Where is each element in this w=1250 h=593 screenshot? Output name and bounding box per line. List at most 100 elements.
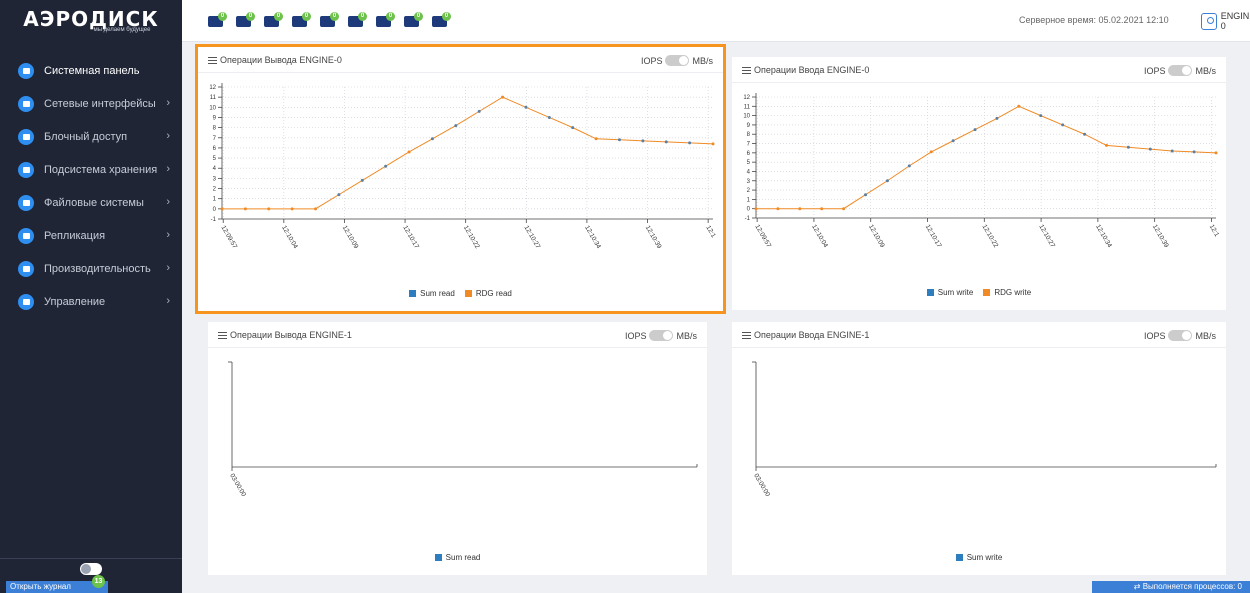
sidebar-item-5[interactable]: Репликация › [0,219,182,252]
unit-toggle[interactable]: IOPS MB/s [625,330,697,341]
network-status-icon[interactable]: 0 [264,12,286,28]
x-tick-label: 12:10:39 [1151,224,1170,250]
database-icon [18,161,34,178]
monitor-icon [18,62,34,79]
data-point [688,141,692,145]
sidebar-item-6[interactable]: Производительность › [0,252,182,285]
legend-item[interactable]: Sum write [926,288,974,297]
unit-switch[interactable] [1168,330,1193,341]
data-point [754,207,758,211]
data-point [1126,145,1130,149]
disk-status-icon[interactable]: 0 [432,12,454,28]
y-tick-label: 11 [210,95,217,101]
unit-switch[interactable] [649,330,674,341]
unit-toggle[interactable]: IOPS MB/s [1144,65,1216,76]
server-status-icon[interactable]: 0 [292,12,314,28]
data-point [1192,150,1196,154]
brand-logo[interactable]: АЭРОДИСК мы делаем будущее [0,0,182,42]
legend-item[interactable]: Sum write [955,553,1003,562]
legend-label: Sum write [966,553,1003,562]
legend-swatch [434,554,442,561]
enclosure-status-icon[interactable]: 0 [320,12,342,28]
data-point [220,207,224,211]
y-tick-label: 4 [747,169,751,175]
data-point [1214,151,1218,155]
topbar: 0 0 0 0 0 0 0 0 0 Серверное время: 05.02.2021 12… [182,0,1250,42]
chart-legend: Sum read [208,553,707,562]
legend-item[interactable]: Sum read [434,553,480,562]
legend-item[interactable]: RDG write [983,288,1031,297]
data-point [617,138,621,142]
sidebar-divider [0,558,182,559]
data-point [477,109,481,113]
x-tick-label: 03:00:00 [752,473,771,499]
data-point [664,140,668,144]
chart-panel-input-engine0[interactable]: Операции Ввода ENGINE-0 IOPS MB/s -1 0 1 2 3 4 5 6… [732,57,1226,310]
legend-swatch [926,289,934,296]
data-point [1148,147,1152,151]
x-tick-label: 12:10:04 [280,225,299,251]
x-tick-label: 12:09:57 [753,224,772,250]
server-time: Серверное время: 05.02.2021 12:10 [1019,15,1169,25]
legend-item[interactable]: RDG read [464,289,512,298]
sidebar-item-1[interactable]: Сетевые интерфейсы › [0,87,182,120]
legend-item[interactable]: Sum read [409,289,455,298]
unit-switch[interactable] [1168,65,1193,76]
y-tick-label: 2 [747,188,751,194]
legend-label: Sum write [937,288,974,297]
unit-toggle[interactable]: IOPS MB/s [641,55,713,66]
sidebar-item-7[interactable]: Управление › [0,285,182,318]
unit-switch[interactable] [665,55,690,66]
data-point [842,207,846,211]
panel-title-text: Операции Вывода ENGINE-0 [220,55,342,65]
chevron-right-icon: › [166,262,170,274]
data-point [337,193,341,197]
chevron-right-icon: › [166,130,170,142]
chart-panel-output-engine0[interactable]: Операции Вывода ENGINE-0 IOPS MB/s -1 0 1 2 3 4 5… [195,44,726,314]
hardware-status-bar: 0 0 0 0 0 0 0 0 0 [208,12,454,28]
chart-panel-output-engine1[interactable]: Операции Вывода ENGINE-1 IOPS MB/s 03:00:00… [208,322,707,575]
chevron-right-icon: › [166,196,170,208]
data-point [524,105,528,109]
x-tick-label: 12:10:39 [644,225,663,251]
unit-label-mbs: MB/s [692,55,713,66]
data-point [1039,114,1043,118]
storage-status-icon[interactable]: 0 [208,12,230,28]
chart-panel-input-engine1[interactable]: Операции Ввода ENGINE-1 IOPS MB/s 03:00:00 S… [732,322,1226,575]
unit-toggle[interactable]: IOPS MB/s [1144,330,1216,341]
data-point [501,95,505,99]
sidebar-item-4[interactable]: Файловые системы › [0,186,182,219]
signal-status-icon[interactable]: 0 [348,12,370,28]
status-count-badge: 0 [414,12,423,21]
sidebar-item-0[interactable]: Системная панель [0,54,182,87]
sidebar-item-3[interactable]: Подсистема хранения › [0,153,182,186]
data-point [776,207,780,211]
panel-title-text: Операции Вывода ENGINE-1 [230,330,352,340]
folders-icon [18,194,34,211]
legend-swatch [983,289,991,296]
sidebar-item-2[interactable]: Блочный доступ › [0,120,182,153]
sidebar-toggle[interactable] [80,563,102,575]
data-point [995,116,999,120]
cache-status-icon[interactable]: 0 [376,12,398,28]
x-tick-label: 12:10:27 [523,225,542,251]
data-point [243,207,247,211]
engine-selector[interactable]: ENGINE-0 ▼ [1201,11,1250,31]
data-point [454,124,458,128]
sidebar-item-label: Сетевые интерфейсы [44,97,156,110]
hamburger-icon [742,67,751,74]
y-tick-label: 9 [213,115,217,121]
processes-button[interactable]: ⇄ Выполняется процессов: 0 [1092,581,1250,593]
y-tick-label: 0 [747,207,751,213]
controller-status-icon[interactable]: 0 [236,12,258,28]
chart-legend: Sum write RDG write [732,288,1226,297]
chevron-right-icon: › [166,295,170,307]
data-point [360,178,364,182]
y-tick-label: 11 [744,104,751,110]
x-tick-label: 12:10:09 [341,225,360,251]
chart-plot: -1012345678910111212:09:57 12:10:04 12:10:… [743,93,1220,250]
journal-count-badge: 13 [92,575,105,588]
chevron-right-icon: › [166,97,170,109]
memory-status-icon[interactable]: 0 [404,12,426,28]
data-point [267,207,271,211]
